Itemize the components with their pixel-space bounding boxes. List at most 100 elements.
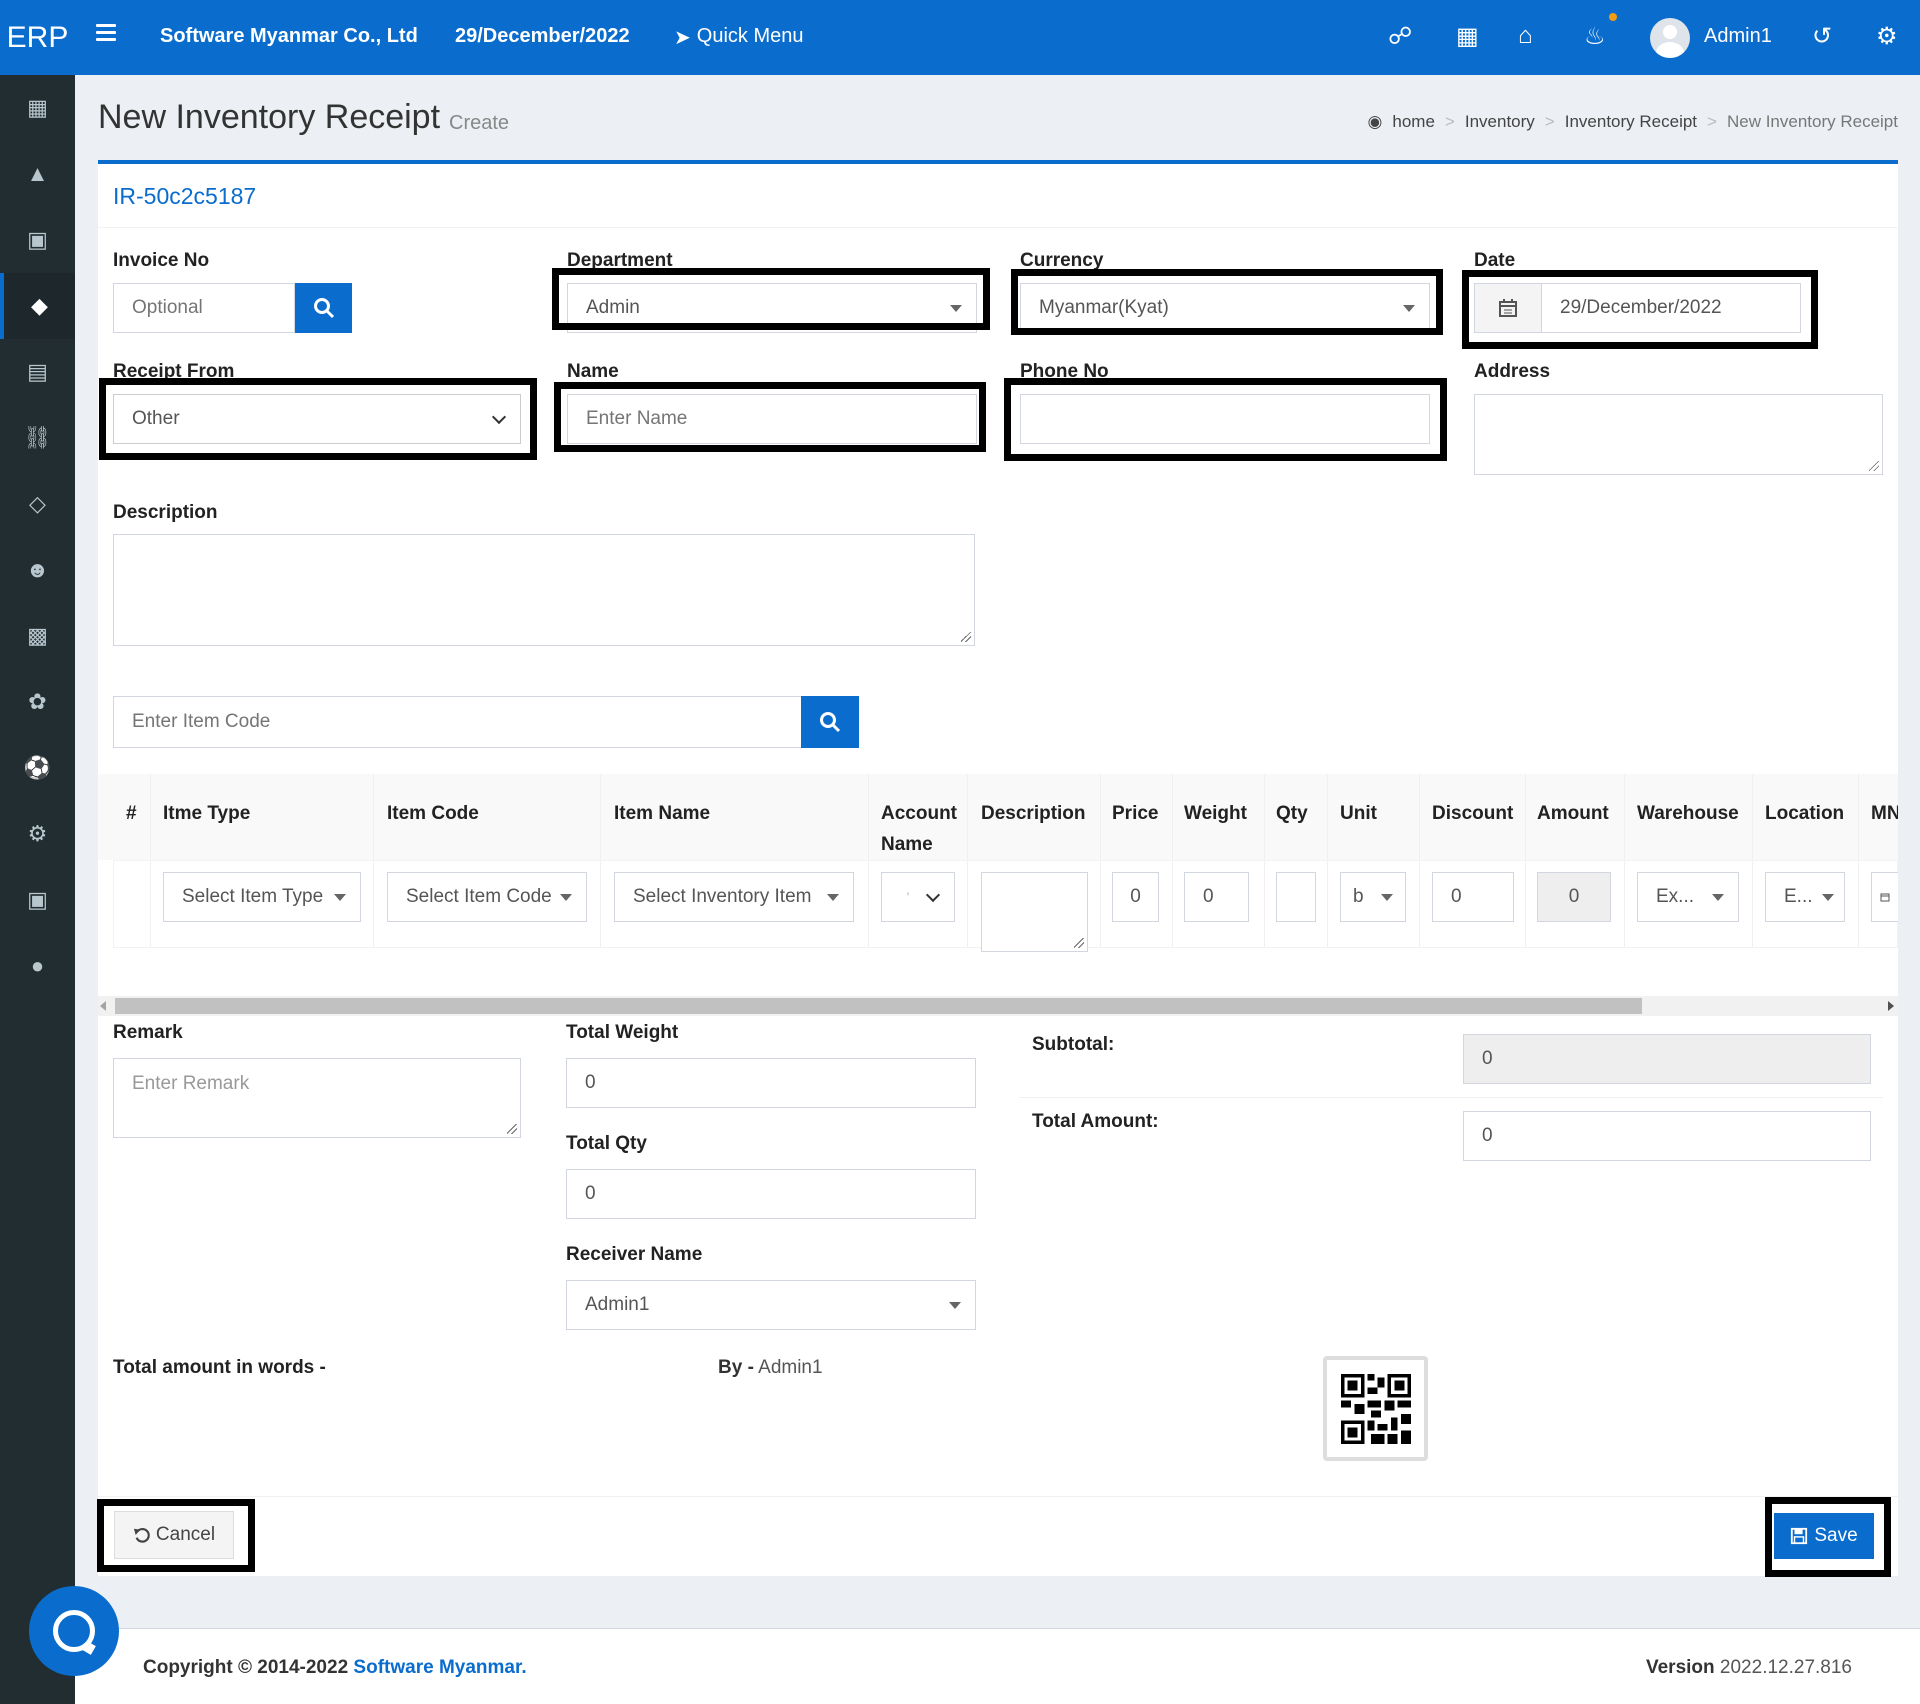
- sidebar-item-settings[interactable]: ⚙: [0, 801, 75, 867]
- mni-date-input[interactable]: [1871, 872, 1898, 922]
- undo-icon: [133, 1527, 150, 1543]
- comment-icon: ●: [30, 953, 45, 978]
- sidebar-item-calculator[interactable]: ▦: [0, 75, 75, 141]
- invoice-search-button[interactable]: [295, 283, 352, 333]
- receiver-name-label: Receiver Name: [566, 1244, 703, 1265]
- description-textarea[interactable]: [113, 534, 975, 646]
- chart-area-icon: ▲: [26, 161, 49, 186]
- cancel-button[interactable]: Cancel: [114, 1511, 234, 1559]
- breadcrumb-home[interactable]: home: [1392, 112, 1435, 132]
- col-qty: Qty: [1276, 803, 1308, 824]
- unit-select[interactable]: b: [1340, 872, 1406, 922]
- bell-icon[interactable]: ♨: [1584, 22, 1606, 51]
- avatar[interactable]: [1650, 18, 1690, 58]
- remark-textarea[interactable]: Enter Remark: [113, 1058, 521, 1138]
- name-label: Name: [567, 361, 619, 382]
- user-name[interactable]: Admin1: [1704, 25, 1772, 48]
- receiver-name-select[interactable]: Admin1: [566, 1280, 976, 1330]
- sidebar-item-payment[interactable]: ▣: [0, 207, 75, 273]
- caret-down-icon: [1403, 305, 1415, 312]
- sidebar-item-book[interactable]: ▣: [0, 867, 75, 933]
- wechat-icon[interactable]: ☍: [1388, 22, 1412, 51]
- search-icon: [313, 298, 334, 319]
- row-description-textarea[interactable]: [981, 872, 1088, 952]
- invoice-no-label: Invoice No: [113, 250, 210, 271]
- building-icon[interactable]: ▦: [1456, 22, 1479, 51]
- col-item-code: Item Code: [387, 803, 479, 824]
- sidebar-item-comment[interactable]: ●: [0, 933, 75, 999]
- sidebar-item-cart[interactable]: ⛓: [0, 405, 75, 471]
- sidebar-item-leaf[interactable]: ✿: [0, 669, 75, 735]
- warehouse-select[interactable]: Ex...: [1637, 872, 1739, 922]
- sidebar-item-sport[interactable]: ⚽: [0, 735, 75, 801]
- col-weight: Weight: [1184, 803, 1247, 824]
- weight-input[interactable]: 0: [1184, 872, 1249, 922]
- caret-down-icon: [1822, 894, 1834, 901]
- price-input[interactable]: 0: [1112, 872, 1159, 922]
- breadcrumb: ◉ home > Inventory > Inventory Receipt >…: [1367, 112, 1898, 132]
- item-code-input[interactable]: [113, 696, 803, 748]
- calendar-addon[interactable]: [1474, 283, 1542, 333]
- cog-icon: ⚙: [27, 821, 48, 846]
- sidebar-item-diamond[interactable]: ◇: [0, 471, 75, 537]
- qty-input[interactable]: [1276, 872, 1316, 922]
- save-button[interactable]: Save: [1774, 1513, 1874, 1559]
- item-type-select[interactable]: Select Item Type: [163, 872, 361, 922]
- inventory-item-select[interactable]: Select Inventory Item: [614, 872, 854, 922]
- date-input[interactable]: 29/December/2022: [1541, 283, 1801, 333]
- receipt-from-select[interactable]: Other: [113, 394, 521, 444]
- scroll-right-arrow[interactable]: [1888, 1001, 1894, 1011]
- col-warehouse: Warehouse: [1637, 803, 1739, 824]
- sidebar-item-inventory[interactable]: ◆: [0, 273, 75, 339]
- sidebar-item-clipboard[interactable]: ▤: [0, 339, 75, 405]
- item-code-select[interactable]: Select Item Code: [387, 872, 587, 922]
- calendar-icon: [1880, 893, 1890, 902]
- bar-chart-icon: ▩: [27, 623, 48, 648]
- invoice-no-input[interactable]: [113, 283, 295, 333]
- app-logo[interactable]: ERP: [0, 0, 75, 75]
- leaf-icon: ✿: [28, 689, 47, 714]
- department-select[interactable]: Admin: [567, 283, 977, 333]
- horizontal-scrollbar[interactable]: [98, 996, 1898, 1016]
- col-num: #: [126, 803, 137, 824]
- breadcrumb-inventory[interactable]: Inventory: [1465, 112, 1535, 132]
- address-textarea[interactable]: [1474, 394, 1883, 475]
- currency-select[interactable]: Myanmar(Kyat): [1020, 283, 1430, 333]
- col-account-name: Account Name: [881, 803, 957, 855]
- scroll-left-arrow[interactable]: [100, 1001, 106, 1011]
- col-mni: MNI: [1871, 803, 1898, 824]
- location-select[interactable]: E...: [1765, 872, 1845, 922]
- total-weight-input[interactable]: 0: [566, 1058, 976, 1108]
- resize-handle[interactable]: [1074, 938, 1084, 948]
- gear-icon[interactable]: ⚙: [1876, 22, 1898, 51]
- resize-handle[interactable]: [507, 1124, 517, 1134]
- sidebar-item-chart[interactable]: ▲: [0, 141, 75, 207]
- col-description: Description: [981, 803, 1086, 824]
- quick-menu-link[interactable]: ➤ Quick Menu: [674, 25, 803, 50]
- col-location: Location: [1765, 803, 1845, 824]
- credit-card-icon: ▣: [27, 227, 48, 252]
- currency-label: Currency: [1020, 250, 1104, 271]
- chat-widget-button[interactable]: [29, 1586, 119, 1676]
- menu-icon[interactable]: [96, 24, 116, 42]
- phone-input[interactable]: [1020, 394, 1430, 444]
- col-unit: Unit: [1340, 803, 1377, 824]
- scrollbar-thumb[interactable]: [115, 998, 1642, 1014]
- account-name-select[interactable]: ': [881, 872, 955, 922]
- resize-handle[interactable]: [1869, 461, 1879, 471]
- discount-input[interactable]: 0: [1432, 872, 1514, 922]
- home-icon[interactable]: ⌂: [1518, 22, 1533, 50]
- total-amount-input[interactable]: 0: [1463, 1111, 1871, 1161]
- name-input[interactable]: [567, 394, 977, 444]
- total-qty-label: Total Qty: [566, 1133, 647, 1154]
- item-code-search-button[interactable]: [801, 696, 859, 748]
- brand-link[interactable]: Software Myanmar.: [353, 1657, 526, 1678]
- resize-handle[interactable]: [961, 632, 971, 642]
- total-qty-input[interactable]: 0: [566, 1169, 976, 1219]
- total-weight-label: Total Weight: [566, 1022, 679, 1043]
- sidebar-item-reports[interactable]: ▩: [0, 603, 75, 669]
- breadcrumb-inventory-receipt[interactable]: Inventory Receipt: [1565, 112, 1697, 132]
- history-icon[interactable]: ↺: [1812, 22, 1832, 51]
- diamond-icon: ◇: [29, 491, 46, 516]
- sidebar-item-users[interactable]: ☻: [0, 537, 75, 603]
